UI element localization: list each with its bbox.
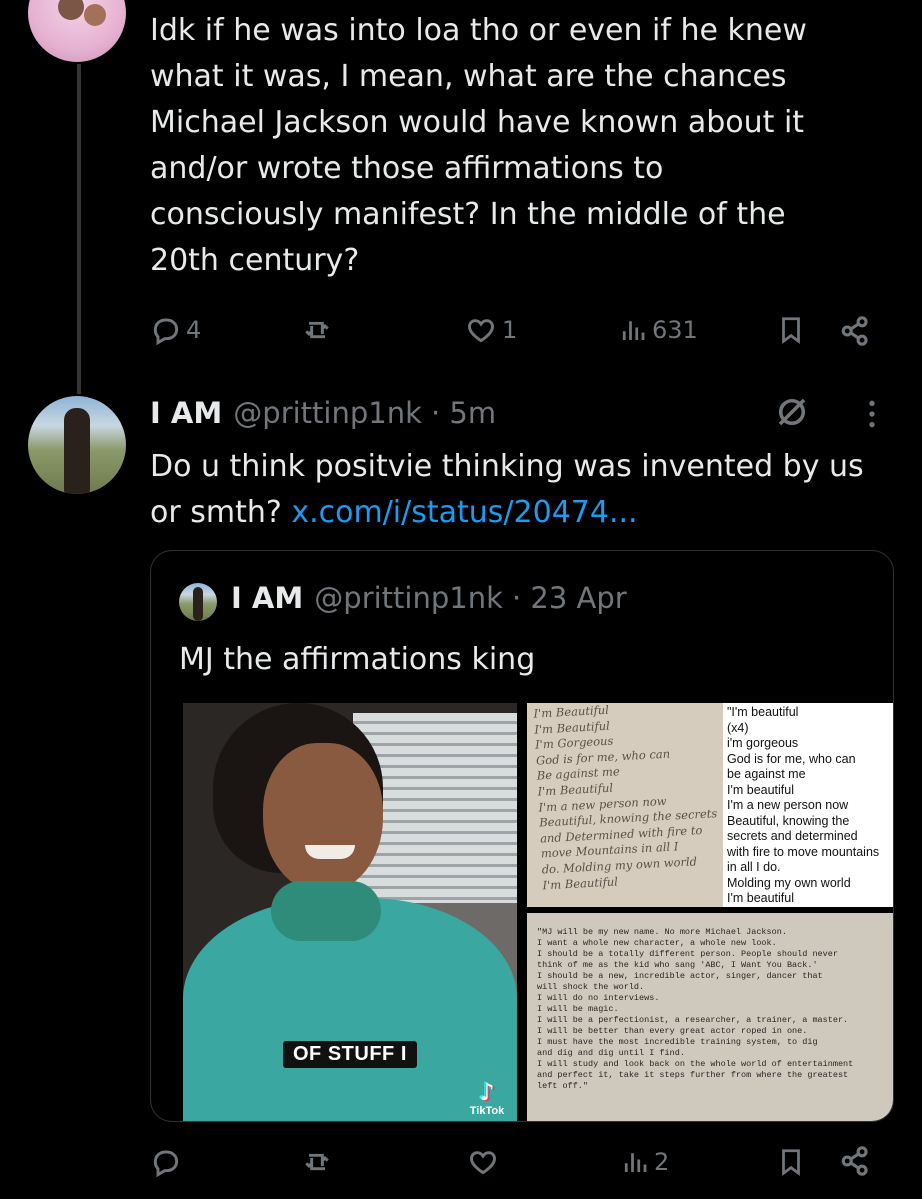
handwritten-note-image[interactable]: I'm Beautiful I'm Beautiful I'm Gorgeous… [527, 703, 723, 907]
quote-avatar[interactable] [179, 583, 217, 621]
transcript-line: secrets and determined [727, 829, 858, 843]
quote-text: MJ the affirmations king [179, 642, 536, 677]
repost-button[interactable] [300, 314, 334, 346]
post2-time[interactable]: · 5m [431, 396, 496, 430]
heart-icon [468, 319, 494, 343]
views-icon [624, 1153, 647, 1172]
post2-display-name[interactable]: I AM [150, 396, 222, 430]
quote-display-name[interactable]: I AM [231, 581, 303, 615]
tiktok-icon: ♪ [479, 1078, 495, 1106]
like-button[interactable] [466, 1146, 504, 1178]
quote-handle[interactable]: @prittinp1nk [314, 581, 503, 615]
transcript-line: God is for me, who can [727, 751, 856, 766]
handwritten-lines: I'm Beautiful I'm Beautiful I'm Gorgeous… [527, 703, 723, 898]
transcript-text: "I'm beautiful (x4) i'm gorgeous God is … [723, 703, 893, 907]
repost-button[interactable] [300, 1146, 338, 1178]
post2-text: Do u think positvie thinking was invente… [150, 444, 890, 536]
views-button[interactable]: 2 [620, 1146, 669, 1178]
transcript-line: i'm gorgeous [727, 736, 799, 750]
more-icon [869, 400, 875, 428]
reply-count: 4 [186, 316, 202, 344]
transcript-line: (x4) [727, 720, 749, 735]
share-icon [841, 1146, 868, 1176]
transcript-line: I'm a new person now [727, 798, 849, 812]
share-button[interactable] [838, 1144, 872, 1178]
reply-icon [153, 1150, 179, 1178]
smile [305, 845, 355, 859]
reply-button[interactable]: 4 [150, 314, 201, 346]
views-count: 631 [652, 316, 698, 344]
transcript-line: in all I do. [727, 860, 781, 874]
more-button[interactable] [866, 398, 878, 430]
avatar-post1[interactable] [28, 0, 126, 62]
transcript-line: I'm beautiful [727, 891, 795, 905]
video-thumbnail[interactable]: OF STUFF I ♪ TikTok [183, 703, 517, 1121]
avatar-post2[interactable] [28, 396, 126, 494]
post1-text: Idk if he was into loa tho or even if he… [150, 8, 910, 284]
bookmark-icon [782, 317, 800, 344]
bookmark-icon [782, 1149, 800, 1176]
views-count: 2 [654, 1148, 670, 1176]
transcript-line: "I'm beautiful [727, 705, 799, 719]
bookmark-button[interactable] [776, 314, 806, 346]
post1-line: 20th century? [150, 243, 360, 278]
quote-time[interactable]: · 23 Apr [512, 581, 627, 615]
post1-line: Michael Jackson would have known about i… [150, 105, 805, 140]
face [263, 743, 383, 893]
post1-line: what it was, I mean, what are the chance… [150, 59, 787, 94]
reply-icon [153, 318, 179, 346]
grok-icon [778, 398, 806, 426]
grok-button[interactable] [774, 394, 810, 430]
post1-line: and/or wrote those affirmations to [150, 151, 664, 186]
views-icon [622, 321, 645, 340]
share-icon [841, 316, 868, 346]
post1-line: consciously manifest? In the middle of t… [150, 197, 786, 232]
views-button[interactable]: 631 [618, 314, 698, 346]
post1-line: Idk if he was into loa tho or even if he… [150, 13, 807, 48]
typed-note-image[interactable]: "MJ will be my new name. No more Michael… [527, 913, 893, 1121]
thread-line [77, 64, 81, 394]
transcript-image[interactable]: "I'm beautiful (x4) i'm gorgeous God is … [723, 703, 893, 907]
transcript-line: with fire to move mountains [727, 844, 880, 859]
post2-header: I AM @prittinp1nk · 5m [150, 396, 710, 436]
transcript-line: Beautiful, knowing the [727, 813, 850, 828]
bookmark-button[interactable] [776, 1146, 806, 1178]
post2-link[interactable]: x.com/i/status/20474... [291, 495, 637, 530]
repost-icon [305, 1153, 329, 1171]
quote-header: I AM @prittinp1nk · 23 Apr [231, 581, 627, 615]
post2-handle[interactable]: @prittinp1nk [233, 396, 422, 430]
share-button[interactable] [838, 314, 872, 348]
like-button[interactable]: 1 [464, 314, 517, 346]
video-caption: OF STUFF I [283, 1041, 417, 1068]
reply-button[interactable] [150, 1146, 186, 1178]
collar [271, 881, 381, 941]
transcript-line: be against me [727, 767, 806, 781]
quoted-post[interactable]: I AM @prittinp1nk · 23 Apr MJ the affirm… [150, 550, 894, 1122]
transcript-line: Molding my own world [727, 875, 851, 890]
tiktok-label: TikTok [469, 1105, 505, 1117]
typed-note-text: "MJ will be my new name. No more Michael… [537, 927, 854, 1091]
transcript-line: I'm beautiful [727, 782, 795, 797]
heart-icon [470, 1151, 496, 1175]
like-count: 1 [502, 316, 518, 344]
repost-icon [305, 321, 329, 339]
tiktok-logo: ♪ TikTok [467, 1079, 507, 1117]
